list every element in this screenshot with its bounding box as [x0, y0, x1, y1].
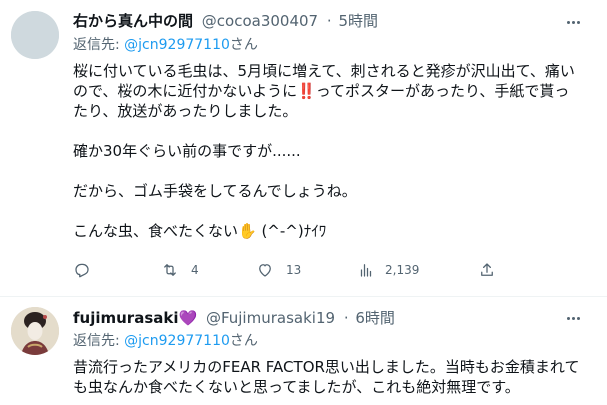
tweet-text: 昔流行ったアメリカのFEAR FACTOR思い出しました。当時もお金積まれて も… — [73, 357, 593, 397]
retweet-count: 4 — [191, 263, 199, 277]
reply-suffix: さん — [229, 37, 258, 53]
tweet-text-line: 確か30年ぐらい前の事ですが...... — [73, 142, 301, 160]
reply-prefix: 返信先: — [73, 37, 120, 53]
tweet-text-line: 昔流行ったアメリカのFEAR FACTOR思い出しました。当時もお金積まれて — [73, 358, 580, 376]
more-horizontal-icon[interactable] — [561, 12, 585, 32]
reply-button[interactable] — [73, 261, 91, 279]
views-chart-icon — [360, 264, 372, 277]
profile-photo-image — [11, 307, 59, 355]
default-avatar-icon — [11, 11, 59, 59]
retweet-icon — [164, 264, 176, 276]
separator-dot: · — [343, 309, 349, 327]
tweet-header: 右から真ん中の間 @cocoa300407 · 5時間 — [73, 11, 378, 31]
tweet-text-line: 桜に付いている毛虫は、5月頃に増えて、刺されると発疹が沢山出て、痛い — [73, 62, 575, 80]
reply-suffix: さん — [229, 333, 258, 349]
heart-icon — [259, 264, 271, 277]
share-button[interactable] — [478, 261, 496, 279]
display-name[interactable]: 右から真ん中の間 — [73, 12, 193, 30]
replying-to: 返信先: @jcn92977110さん — [73, 332, 258, 350]
like-count: 13 — [286, 263, 302, 277]
tweet-reply-1[interactable]: 右から真ん中の間 @cocoa300407 · 5時間 返信先: @jcn929… — [0, 0, 607, 297]
tweet-text-line: たり、放送があったりしました。 — [73, 102, 298, 120]
reply-icon — [75, 263, 89, 278]
user-handle[interactable]: @cocoa300407 — [202, 12, 318, 30]
tweet-text-line: だから、ゴム手袋をしてるんでしょうね。 — [73, 182, 357, 200]
user-handle[interactable]: @Fujimurasaki19 — [206, 309, 335, 327]
tweet-text-line: ので、桜の木に近付かないように‼️ってポスターがあったり、手紙で貰っ — [73, 82, 570, 100]
separator-dot: · — [326, 12, 332, 30]
avatar[interactable] — [11, 11, 59, 59]
tweet-header: fujimurasaki💜 @Fujimurasaki19 · 6時間 — [73, 308, 395, 328]
reply-handle-link[interactable]: @jcn92977110 — [124, 37, 230, 53]
retweet-button[interactable]: 4 — [161, 261, 199, 279]
reply-handle-link[interactable]: @jcn92977110 — [124, 333, 230, 349]
tweet-text: 桜に付いている毛虫は、5月頃に増えて、刺されると発疹が沢山出て、痛い ので、桜の… — [73, 61, 593, 241]
tweet-text-line: こんな虫、食べたくない✋ (^-^)ﾅｲﾜ — [73, 222, 327, 240]
timestamp[interactable]: 6時間 — [355, 309, 395, 327]
avatar[interactable] — [11, 307, 59, 355]
tweet-actions: 4 13 2,139 — [73, 261, 503, 281]
more-horizontal-icon[interactable] — [561, 308, 585, 328]
like-button[interactable]: 13 — [256, 261, 301, 279]
share-icon — [481, 263, 493, 276]
views-button[interactable]: 2,139 — [357, 261, 419, 279]
tweet-text-line: も虫なんか食べたくないと思ってましたが、これも絶対無理です。 — [73, 378, 520, 396]
view-count: 2,139 — [385, 263, 420, 277]
replying-to: 返信先: @jcn92977110さん — [73, 36, 258, 54]
reply-prefix: 返信先: — [73, 333, 120, 349]
timestamp[interactable]: 5時間 — [338, 12, 378, 30]
display-name[interactable]: fujimurasaki💜 — [73, 309, 197, 327]
